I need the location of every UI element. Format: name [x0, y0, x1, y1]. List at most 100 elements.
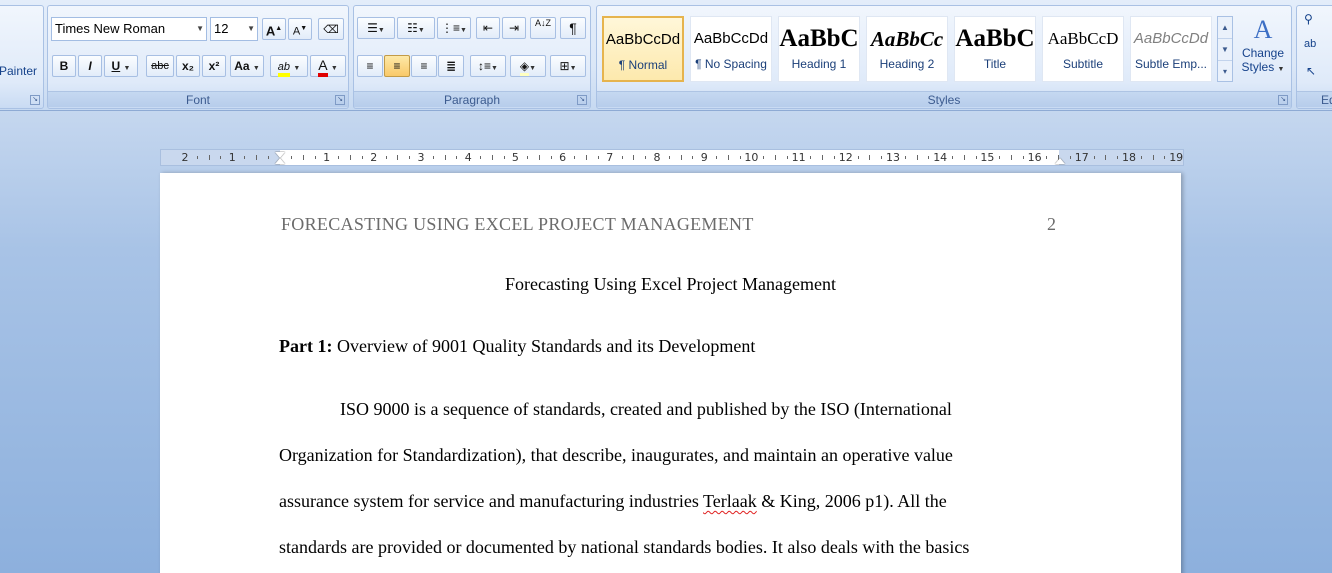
styles-launcher-icon[interactable]: ↘	[1278, 95, 1288, 105]
grow-font-button[interactable]: A▲	[262, 18, 286, 40]
decrease-indent-icon: ⇤	[482, 21, 494, 35]
ruler-number: 18	[1122, 151, 1136, 164]
clear-formatting-button[interactable]: ⌫	[318, 18, 344, 40]
style-heading-1-sample: AaBbC	[779, 25, 859, 52]
font-name-combo[interactable]: Times New Roman ▼	[51, 17, 207, 41]
sort-button[interactable]: A↓Z	[530, 17, 556, 39]
superscript-button[interactable]: x²	[202, 55, 226, 77]
chevron-down-icon: ▼	[460, 27, 467, 34]
style-subtle-emphasis[interactable]: AaBbCcDd Subtle Emp...	[1130, 16, 1212, 82]
style-heading-1[interactable]: AaBbC Heading 1	[778, 16, 860, 82]
ruler-tick	[1164, 156, 1166, 159]
ruler-number: 1	[323, 151, 331, 164]
paragraph-group: ☰▼ ☷▼ ⋮≡▼ ⇤ ⇥ A↓Z ¶ ≡ ≡ ≡ ≣ ↕≡▼ ◈▼ ⊞▼ Pa…	[353, 5, 591, 109]
decrease-indent-button[interactable]: ⇤	[476, 17, 500, 39]
bullets-button[interactable]: ☰▼	[357, 17, 395, 39]
bullet-list-icon: ☰	[367, 21, 378, 35]
horizontal-ruler[interactable]: 2 1 1 2 3 4 5 6 7 8 9 10 11 12 13 14 15 16 17 18 19	[160, 149, 1184, 166]
multilevel-list-icon: ⋮≡	[441, 21, 461, 35]
font-size-combo[interactable]: 12 ▼	[210, 17, 258, 41]
editing-group-label: Ed	[1297, 91, 1332, 107]
font-color-button[interactable]: A ▼	[310, 55, 346, 77]
increase-indent-button[interactable]: ⇥	[502, 17, 526, 39]
font-launcher-icon[interactable]: ↘	[335, 95, 345, 105]
body-line-1: ISO 9000 is a sequence of standards, cre…	[340, 399, 952, 419]
format-painter-button[interactable]: Painter	[0, 64, 37, 78]
style-normal[interactable]: AaBbCcDd ¶ Normal	[602, 16, 684, 82]
multilevel-list-button[interactable]: ⋮≡▼	[437, 17, 471, 39]
document-page[interactable]: FORECASTING USING EXCEL PROJECT MANAGEME…	[160, 173, 1181, 573]
ruler-tick	[763, 156, 765, 159]
highlight-button[interactable]: ab ▼	[270, 55, 308, 77]
hanging-indent-handle[interactable]	[275, 158, 285, 164]
ruler-tick	[1022, 156, 1024, 159]
gallery-up-icon[interactable]: ▲	[1218, 17, 1232, 39]
align-right-button[interactable]: ≡	[411, 55, 437, 77]
line-spacing-icon: ↕≡	[478, 59, 492, 73]
superscript-label: x²	[208, 59, 220, 73]
shrink-font-button[interactable]: A▼	[288, 18, 312, 40]
justify-button[interactable]: ≣	[438, 55, 464, 77]
ruler-tick	[822, 155, 824, 160]
ruler-number: 19	[1169, 151, 1184, 164]
ruler-tick	[727, 155, 729, 160]
ruler-tick	[1140, 156, 1142, 159]
ruler-tick	[397, 155, 399, 160]
clipboard-launcher-icon[interactable]: ↘	[30, 95, 40, 105]
ruler-number: 8	[653, 151, 661, 164]
style-title[interactable]: AaBbC Title	[954, 16, 1036, 82]
ruler-tick	[999, 156, 1001, 159]
shading-button[interactable]: ◈▼	[510, 55, 546, 77]
document-title: Forecasting Using Excel Project Manageme…	[505, 274, 836, 294]
change-styles-button[interactable]: A Change Styles ▼	[1237, 14, 1289, 86]
align-left-button[interactable]: ≡	[357, 55, 383, 77]
style-subtitle[interactable]: AaBbCcD Subtitle	[1042, 16, 1124, 82]
ruler-tick	[1105, 155, 1107, 160]
replace-icon[interactable]: ab	[1304, 38, 1316, 50]
select-icon[interactable]: ↖	[1306, 64, 1316, 78]
gallery-down-icon[interactable]: ▼	[1218, 39, 1232, 61]
numbering-button[interactable]: ☷▼	[397, 17, 435, 39]
ruler-tick	[491, 155, 493, 160]
style-heading-2[interactable]: AaBbCc Heading 2	[866, 16, 948, 82]
document-workspace[interactable]: 2 1 1 2 3 4 5 6 7 8 9 10 11 12 13 14 15 16 17 18 19 FORECAST…	[0, 111, 1332, 573]
italic-button[interactable]: I	[78, 55, 102, 77]
strikethrough-button[interactable]: abc	[146, 55, 174, 77]
ruler-tick	[810, 156, 812, 159]
style-no-spacing[interactable]: AaBbCcDd ¶ No Spacing	[690, 16, 772, 82]
change-styles-icon: A	[1253, 15, 1273, 44]
align-center-button[interactable]: ≡	[384, 55, 410, 77]
ruler-tick	[527, 156, 529, 159]
gallery-more-icon[interactable]: ▾	[1218, 61, 1232, 83]
ruler-tick	[303, 155, 304, 160]
line-spacing-button[interactable]: ↕≡▼	[470, 55, 506, 77]
style-subtle-emphasis-name: Subtle Emp...	[1134, 57, 1208, 71]
ruler-tick	[963, 155, 965, 160]
ruler-number: 3	[417, 151, 425, 164]
paragraph-launcher-icon[interactable]: ↘	[577, 95, 587, 105]
right-indent-handle[interactable]	[1055, 158, 1065, 164]
font-group-label: Font	[48, 91, 348, 107]
ruler-number: 11	[791, 151, 806, 164]
font-name-value: Times New Roman	[55, 21, 166, 36]
ruler-number: 5	[511, 151, 519, 164]
style-subtitle-sample: AaBbCcD	[1047, 29, 1119, 48]
chevron-down-icon: ▼	[293, 65, 301, 72]
ruler-tick	[857, 156, 859, 159]
spelling-flagged-word[interactable]: Terlaak	[703, 491, 757, 511]
show-formatting-button[interactable]: ¶	[560, 17, 586, 39]
bold-button[interactable]: B	[52, 55, 76, 77]
style-subtitle-name: Subtitle	[1062, 57, 1104, 71]
ruler-number: 10	[744, 151, 759, 164]
underline-button[interactable]: U ▼	[104, 55, 138, 77]
change-case-button[interactable]: Aa ▼	[230, 55, 264, 77]
find-icon[interactable]: ⚲	[1304, 12, 1313, 26]
ruler-tick	[409, 156, 411, 159]
borders-button[interactable]: ⊞▼	[550, 55, 586, 77]
subscript-button[interactable]: x₂	[176, 55, 200, 77]
font-color-label: A	[318, 57, 328, 77]
ruler-tick	[692, 156, 694, 159]
change-styles-label-1: Change	[1241, 46, 1285, 60]
styles-group-label: Styles	[597, 91, 1291, 107]
ruler-number: 6	[559, 151, 567, 164]
